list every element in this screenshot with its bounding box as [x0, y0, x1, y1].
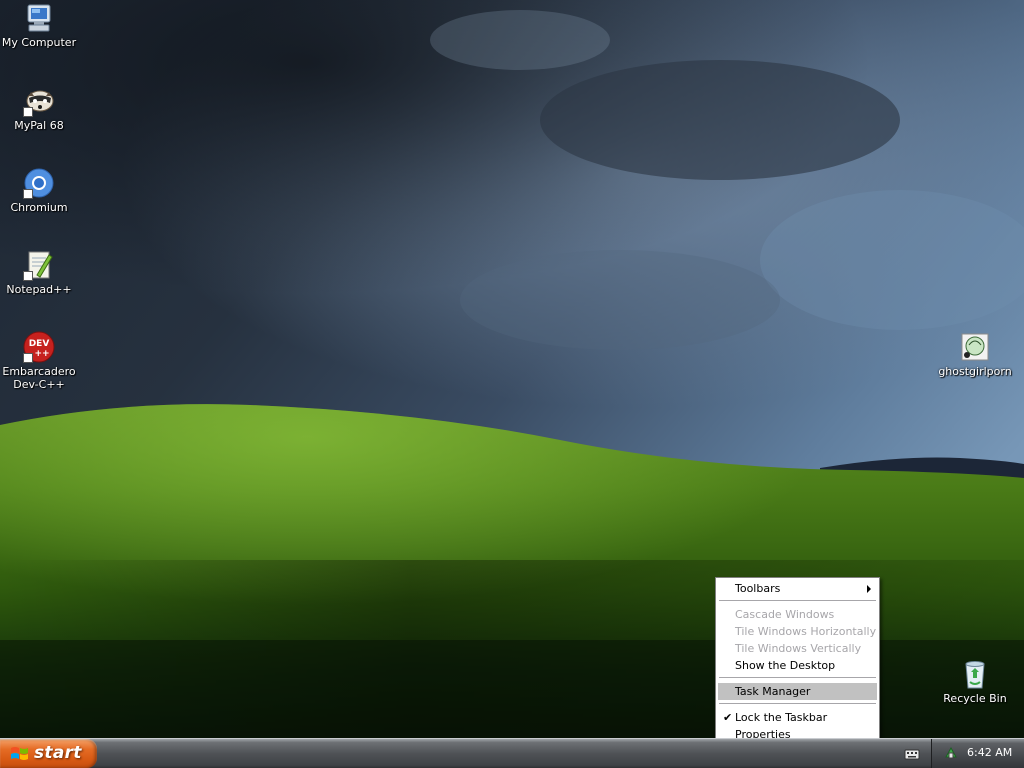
menu-item-tile-horizontally[interactable]: Tile Windows Horizontally [718, 623, 877, 640]
menu-item-toolbars[interactable]: Toolbars [718, 580, 877, 597]
taskbar[interactable]: start 6:42 AM [0, 738, 1024, 768]
image-file-icon [959, 331, 991, 363]
shortcut-arrow-icon [23, 271, 33, 281]
start-label: start [34, 743, 82, 763]
svg-text:++: ++ [34, 349, 49, 359]
shortcut-arrow-icon [23, 353, 33, 363]
menu-item-label: Cascade Windows [735, 608, 835, 621]
menu-separator [719, 600, 876, 601]
clock[interactable]: 6:42 AM [967, 746, 1012, 759]
desktop-icon-my-computer[interactable]: My Computer [0, 2, 78, 49]
menu-item-show-desktop[interactable]: Show the Desktop [718, 657, 877, 674]
shortcut-arrow-icon [23, 189, 33, 199]
desktop-icon-chromium[interactable]: Chromium [0, 167, 78, 214]
my-computer-icon [23, 2, 55, 34]
menu-item-tile-vertically[interactable]: Tile Windows Vertically [718, 640, 877, 657]
recycle-bin-icon [959, 658, 991, 690]
desktop-icon-dev-cpp[interactable]: DEV ++ Embarcadero Dev-C++ [0, 331, 78, 391]
menu-item-label: Lock the Taskbar [735, 711, 828, 724]
desktop[interactable]: My Computer MyPal 68 Chromium Notepad++ … [0, 0, 1024, 738]
windows-flag-icon [11, 747, 28, 760]
shortcut-arrow-icon [23, 107, 33, 117]
notepad-plus-plus-icon [23, 249, 55, 281]
desktop-icon-mypal[interactable]: MyPal 68 [0, 85, 78, 132]
checkmark-icon: ✔ [723, 711, 733, 724]
desktop-icon-notepadpp[interactable]: Notepad++ [0, 249, 78, 296]
desktop-icon-recycle-bin[interactable]: Recycle Bin [936, 658, 1014, 705]
desktop-icon-label: Embarcadero Dev-C++ [2, 365, 76, 391]
menu-item-label: Task Manager [735, 685, 811, 698]
menu-separator [719, 677, 876, 678]
menu-item-label: Properties [735, 728, 791, 738]
menu-item-cascade-windows[interactable]: Cascade Windows [718, 606, 877, 623]
desktop-icon-label: Chromium [10, 201, 68, 214]
menu-separator [719, 703, 876, 704]
keyboard-language-icon[interactable] [904, 747, 920, 761]
desktop-icon-ghostgirlporn[interactable]: ghostgirlporn [936, 331, 1014, 378]
menu-item-task-manager[interactable]: Task Manager [718, 683, 877, 700]
desktop-icon-label: ghostgirlporn [938, 365, 1012, 378]
mypal-raccoon-icon [23, 85, 55, 117]
menu-item-label: Tile Windows Horizontally [735, 625, 877, 638]
submenu-arrow-icon [867, 585, 871, 593]
menu-item-label: Show the Desktop [735, 659, 836, 672]
start-button[interactable]: start [0, 739, 97, 768]
chromium-icon [23, 167, 55, 199]
system-tray: 6:42 AM [931, 739, 1024, 768]
desktop-icon-label: MyPal 68 [14, 119, 64, 132]
safely-remove-hardware-icon[interactable] [943, 745, 959, 761]
menu-item-label: Tile Windows Vertically [735, 642, 862, 655]
taskbar-context-menu: Toolbars Cascade Windows Tile Windows Ho… [715, 577, 880, 738]
svg-text:DEV: DEV [29, 339, 50, 349]
desktop-icon-label: Recycle Bin [943, 692, 1007, 705]
desktop-icon-label: My Computer [1, 36, 77, 49]
menu-item-properties[interactable]: Properties [718, 726, 877, 738]
desktop-icon-label: Notepad++ [6, 283, 72, 296]
menu-item-lock-taskbar[interactable]: ✔ Lock the Taskbar [718, 709, 877, 726]
menu-item-label: Toolbars [735, 582, 781, 595]
dev-cpp-icon: DEV ++ [23, 331, 55, 363]
